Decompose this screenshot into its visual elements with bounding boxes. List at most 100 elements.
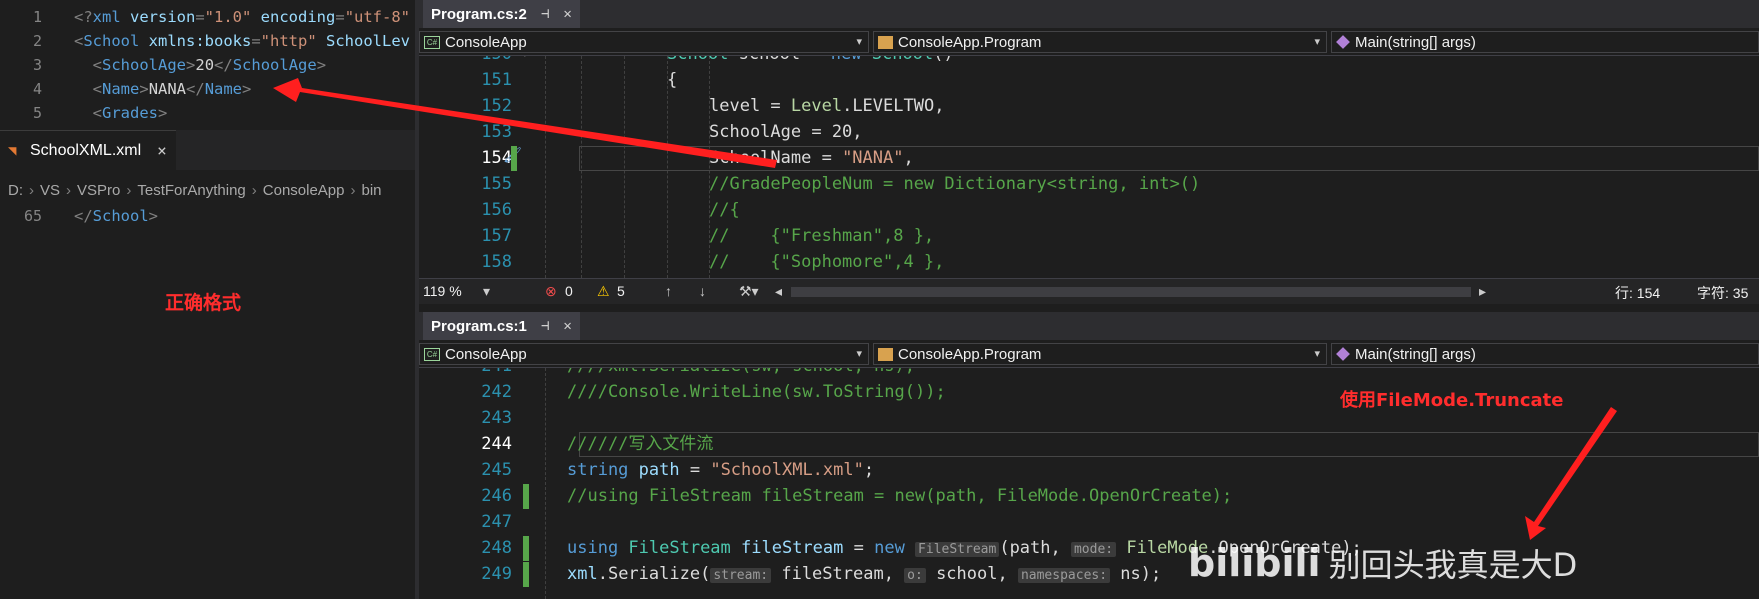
- chevron-right-icon: ›: [251, 182, 257, 199]
- tab-label: Program.cs:1: [431, 317, 527, 335]
- pin-icon[interactable]: ⊣: [541, 318, 549, 334]
- member-dropdown[interactable]: Main(string[] args): [1331, 31, 1759, 53]
- breadcrumb-item[interactable]: bin: [362, 182, 382, 199]
- code-text: level = Level.LEVELTWO,: [709, 96, 945, 116]
- warning-icon[interactable]: ⚠: [597, 283, 610, 300]
- tab-program-cs-1[interactable]: Program.cs:1 ⊣ ✕: [423, 312, 580, 340]
- scroll-right-icon[interactable]: ▸: [1479, 283, 1486, 300]
- error-count: 0: [565, 283, 573, 299]
- xml-line: 1 <?xml version="1.0" encoding="utf-8": [0, 5, 415, 29]
- brush-icon[interactable]: ⚒▾: [739, 283, 759, 300]
- code-text: ////Console.WriteLine(sw.ToString());: [567, 382, 946, 402]
- bottom-tab-bar: Program.cs:1 ⊣ ✕: [419, 312, 1759, 340]
- line-number: 155: [481, 174, 512, 194]
- pin-icon[interactable]: ⊣: [541, 6, 549, 22]
- close-icon[interactable]: ✕: [563, 6, 571, 22]
- chevron-right-icon: ›: [126, 182, 132, 199]
- chevron-right-icon: ›: [29, 182, 34, 199]
- line-number: 156: [481, 200, 512, 220]
- annotation-correct-format: 正确格式: [165, 292, 242, 314]
- chevron-right-icon: ›: [66, 182, 72, 199]
- class-dropdown[interactable]: ConsoleApp.Program ▾: [873, 343, 1327, 365]
- line-number: 3: [32, 56, 42, 74]
- code-text: //GradePeopleNum = new Dictionary<string…: [709, 174, 1201, 194]
- xml-code: <School xmlns:books="http" SchoolLev: [74, 32, 410, 50]
- tab-label: Program.cs:2: [431, 5, 527, 23]
- chevron-down-icon[interactable]: ▾: [483, 283, 490, 300]
- method-icon: [1336, 347, 1350, 361]
- code-line[interactable]: 246 //using FileStream fileStream = new(p…: [419, 484, 1759, 509]
- arrow-down-icon[interactable]: ↓: [699, 283, 706, 299]
- code-line[interactable]: 153 SchoolAge = 20,: [419, 120, 1759, 145]
- code-text: string path = "SchoolXML.xml";: [567, 460, 875, 480]
- code-line[interactable]: 155 //GradePeopleNum = new Dictionary<str…: [419, 172, 1759, 197]
- xml-code: <SchoolAge>20</SchoolAge>: [92, 56, 327, 74]
- line-number: 151: [481, 70, 512, 90]
- chevron-down-icon: ▾: [1314, 36, 1320, 48]
- line-number: 65: [23, 207, 42, 225]
- chevron-down-icon: ▾: [1314, 348, 1320, 360]
- bilibili-watermark: bilibili 别回头我真是大D: [1188, 540, 1577, 586]
- code-line[interactable]: 156 //{: [419, 198, 1759, 223]
- breadcrumb-item[interactable]: VSPro: [77, 182, 120, 199]
- top-tab-bar: Program.cs:2 ⊣ ✕: [419, 0, 1759, 28]
- code-text: {: [667, 70, 678, 90]
- tab-schoolxml[interactable]: ◥ SchoolXML.xml ×: [0, 130, 176, 170]
- csharp-project-icon: C#: [424, 347, 440, 361]
- arrow-up-icon[interactable]: ↑: [665, 283, 672, 299]
- line-number: 249: [481, 564, 512, 584]
- member-dropdown[interactable]: Main(string[] args): [1331, 343, 1759, 365]
- project-dropdown[interactable]: C# ConsoleApp ▾: [419, 343, 869, 365]
- code-text: //////写入文件流: [567, 434, 714, 454]
- breadcrumb-item[interactable]: ConsoleApp: [263, 182, 345, 199]
- line-number: 1: [32, 8, 42, 26]
- line-number: 150: [419, 56, 512, 67]
- tab-label: SchoolXML.xml: [30, 141, 142, 159]
- line-number: 5: [32, 104, 42, 122]
- horizontal-scrollbar[interactable]: [791, 287, 1471, 297]
- xml-code: </School>: [74, 207, 159, 225]
- code-line[interactable]: 152 level = Level.LEVELTWO,: [419, 94, 1759, 119]
- code-line[interactable]: 154 SchoolName = "NANA",: [419, 146, 1759, 171]
- line-number: 245: [481, 460, 512, 480]
- change-marker: [511, 146, 517, 171]
- xml-code: <Grades>: [92, 104, 168, 122]
- line-number: 157: [481, 226, 512, 246]
- line-number: 246: [481, 486, 512, 506]
- code-line[interactable]: 244 //////写入文件流: [419, 432, 1759, 457]
- top-code-editor[interactable]: 150 School school = new School() 151 {152 le…: [419, 56, 1759, 278]
- top-nav-bar: C# ConsoleApp ▾ ConsoleApp.Program ▾ Mai…: [419, 28, 1759, 56]
- annotation-use-truncate: 使用FileMode.Truncate: [1340, 390, 1564, 411]
- zoom-level[interactable]: 119 %: [423, 283, 462, 299]
- close-icon[interactable]: ×: [157, 141, 167, 160]
- close-icon[interactable]: ✕: [563, 318, 571, 334]
- project-dropdown[interactable]: C# ConsoleApp ▾: [419, 31, 869, 53]
- line-number: 241: [419, 368, 512, 379]
- code-line[interactable]: 247: [419, 510, 1759, 535]
- code-line[interactable]: 245 string path = "SchoolXML.xml";: [419, 458, 1759, 483]
- class-dropdown[interactable]: ConsoleApp.Program ▾: [873, 31, 1327, 53]
- chevron-right-icon: ›: [350, 182, 356, 199]
- scroll-left-icon[interactable]: ◂: [775, 283, 782, 300]
- xml-editor-pane: 1 <?xml version="1.0" encoding="utf-8" 2 <S…: [0, 0, 415, 599]
- line-number: 2: [32, 32, 42, 50]
- error-icon[interactable]: ⊗: [545, 283, 557, 300]
- code-line[interactable]: 150 School school = new School(): [419, 56, 1759, 67]
- tab-program-cs-2[interactable]: Program.cs:2 ⊣ ✕: [423, 0, 580, 28]
- xml-line: 4 <Name>NANA</Name>: [0, 77, 415, 101]
- line-number: 248: [481, 538, 512, 558]
- breadcrumb-item[interactable]: TestForAnything: [137, 182, 245, 199]
- line-number: 244: [481, 434, 512, 454]
- collapse-icon[interactable]: ⌄: [521, 56, 529, 59]
- breadcrumb-item[interactable]: VS: [40, 182, 60, 199]
- code-line[interactable]: 241 ////xml.Serialize(sw, school, ns);: [419, 368, 1759, 379]
- line-number: 152: [481, 96, 512, 116]
- line-number: 243: [481, 408, 512, 428]
- code-line[interactable]: 157 // {"Freshman",8 },: [419, 224, 1759, 249]
- breadcrumb-item[interactable]: D:: [8, 182, 23, 199]
- code-line[interactable]: 158 // {"Sophomore",4 },: [419, 250, 1759, 275]
- line-number: 4: [32, 80, 42, 98]
- class-icon: [878, 347, 893, 361]
- rss-file-icon: ◥: [8, 142, 17, 159]
- code-line[interactable]: 151 {: [419, 68, 1759, 93]
